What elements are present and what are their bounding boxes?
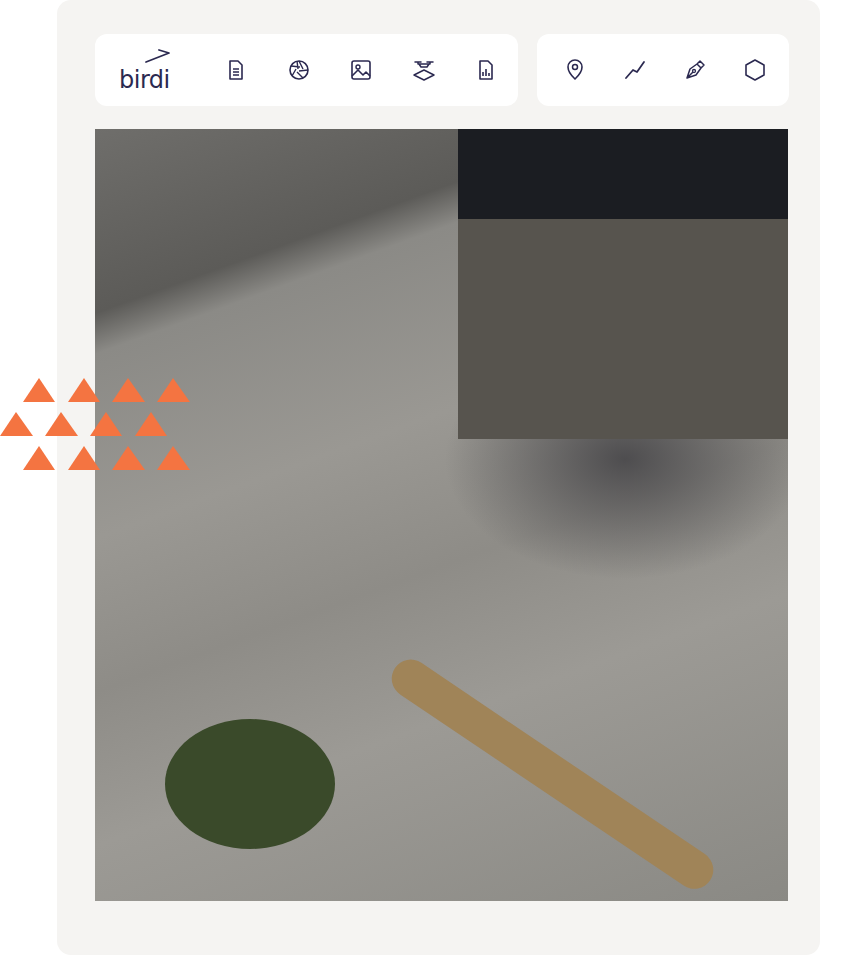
shadow-area <box>458 129 788 219</box>
viewer-card: birdi <box>57 0 820 955</box>
pen-icon[interactable] <box>683 58 707 82</box>
pipe <box>384 652 720 896</box>
polygon-icon[interactable] <box>743 58 767 82</box>
swoosh-icon <box>142 48 172 64</box>
tree-area <box>165 719 335 849</box>
annotation-toolbar <box>537 34 789 106</box>
main-toolbar: birdi <box>95 34 518 106</box>
image-icon[interactable] <box>349 58 373 82</box>
birdi-logo[interactable]: birdi <box>119 48 170 92</box>
report-icon[interactable] <box>474 58 498 82</box>
aperture-icon[interactable] <box>287 58 311 82</box>
document-icon[interactable] <box>224 58 248 82</box>
pin-icon[interactable] <box>563 58 587 82</box>
logo-text: birdi <box>119 68 170 92</box>
drone-icon[interactable] <box>412 58 436 82</box>
line-icon[interactable] <box>623 58 647 82</box>
triangle-decoration-icon <box>0 378 192 472</box>
toolbar: birdi <box>95 34 789 106</box>
point-cloud-view[interactable] <box>95 129 788 901</box>
parking-area <box>458 219 788 439</box>
